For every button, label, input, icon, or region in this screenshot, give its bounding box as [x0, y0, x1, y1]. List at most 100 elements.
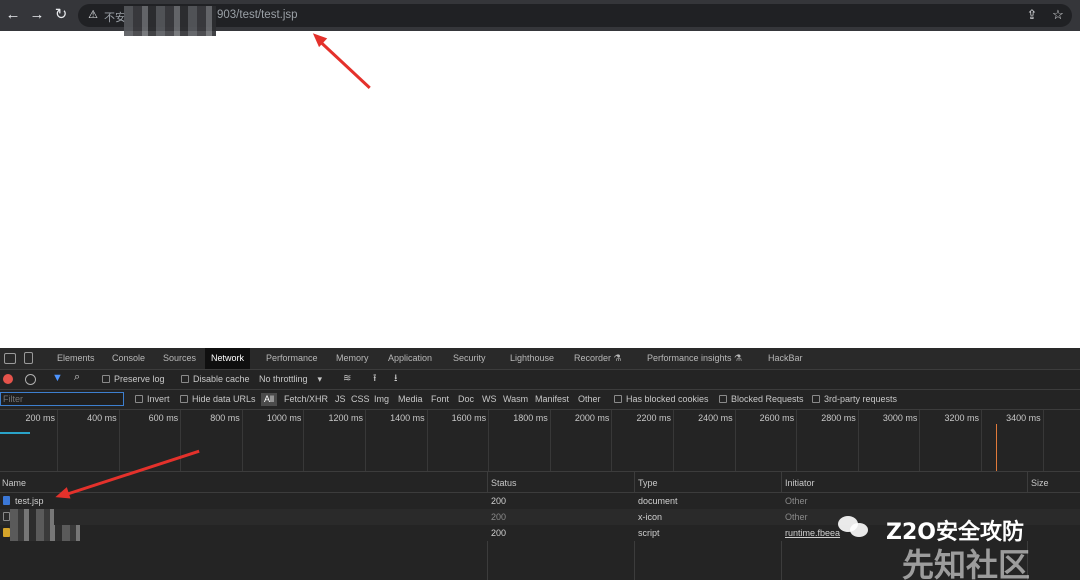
tab-sources[interactable]: Sources: [157, 348, 202, 369]
timeline-gridline: [734, 410, 736, 471]
devtools-tabbar: Elements Console Sources Network Perform…: [0, 348, 1080, 370]
browser-toolbar: ← → ↻ ⚠ 不安 903/test/test.jsp ⇪ ☆: [0, 0, 1080, 36]
timeline-gridline: [57, 410, 58, 471]
throttling-select[interactable]: No throttling ▾: [259, 374, 322, 385]
filter-type-img[interactable]: Img: [374, 394, 389, 405]
filter-type-ws[interactable]: WS: [482, 394, 497, 405]
column-status[interactable]: Status: [491, 478, 517, 488]
filter-type-css[interactable]: CSS: [351, 394, 370, 405]
request-type: document: [638, 496, 678, 506]
column-size[interactable]: Size: [1031, 478, 1049, 488]
address-bar[interactable]: ⚠ 不安 903/test/test.jsp ⇪ ☆: [78, 4, 1072, 36]
timeline-gridline: [549, 410, 551, 471]
timeline-tick-label: 200 ms: [25, 413, 55, 423]
timeline-tick-label: 1200 ms: [328, 413, 363, 423]
url-text[interactable]: 903/test/test.jsp: [217, 9, 298, 21]
timeline-tick-label: 1800 ms: [513, 413, 548, 423]
tab-lighthouse[interactable]: Lighthouse: [504, 348, 560, 369]
timeline-gridline: [426, 410, 428, 471]
timeline-tick-label: 2800 ms: [821, 413, 856, 423]
preserve-log-checkbox[interactable]: Preserve log: [102, 374, 165, 385]
column-type[interactable]: Type: [638, 478, 658, 488]
table-row[interactable]: test.jsp 200 document Other: [0, 493, 1080, 509]
column-name[interactable]: Name: [2, 478, 26, 488]
request-type: script: [638, 528, 660, 538]
filter-input[interactable]: [0, 392, 124, 406]
tab-recorder[interactable]: Recorder ⚗: [568, 348, 628, 369]
watermark-site: 先知社区: [902, 546, 1031, 584]
warning-icon[interactable]: ⚠: [86, 8, 100, 22]
redacted-name: [10, 525, 80, 541]
timeline-gridline: [673, 410, 674, 471]
filter-type-font[interactable]: Font: [431, 394, 449, 405]
timeline-tick-label: 3200 ms: [944, 413, 979, 423]
tab-performance[interactable]: Performance: [260, 348, 324, 369]
disable-cache-checkbox[interactable]: Disable cache: [181, 374, 250, 385]
back-icon[interactable]: ←: [4, 6, 22, 24]
timeline-gridline: [1042, 410, 1044, 471]
device-toolbar-icon[interactable]: [24, 352, 33, 364]
timeline-tick-label: 600 ms: [148, 413, 179, 423]
timeline-tick-label: 1000 ms: [266, 413, 302, 423]
filter-type-manifest[interactable]: Manifest: [535, 394, 569, 405]
timeline-gridline: [488, 410, 490, 471]
wechat-icon: [838, 514, 870, 540]
bookmark-star-icon[interactable]: ☆: [1050, 7, 1066, 23]
timeline-gridline: [180, 410, 182, 471]
request-name[interactable]: test.jsp: [15, 496, 44, 506]
timeline-gridline: [118, 410, 120, 471]
timeline-gridline: [919, 410, 921, 471]
request-status: 200: [491, 512, 507, 522]
timeline-load-marker: [996, 424, 997, 471]
filter-type-media[interactable]: Media: [398, 394, 423, 405]
column-initiator[interactable]: Initiator: [785, 478, 815, 488]
record-icon[interactable]: [3, 374, 13, 384]
filter-type-wasm[interactable]: Wasm: [503, 394, 528, 405]
network-controls: ▼ ⌕ Preserve log Disable cache No thrott…: [0, 370, 1080, 390]
request-status: 200: [491, 528, 507, 538]
filter-type-doc[interactable]: Doc: [458, 394, 474, 405]
inspect-element-icon[interactable]: [4, 353, 16, 364]
redacted-name: [10, 509, 54, 525]
timeline-tick-label: 2000 ms: [574, 413, 610, 423]
filter-icon[interactable]: ▼: [52, 373, 63, 384]
invert-checkbox[interactable]: Invert: [135, 394, 170, 405]
timeline-gridline: [365, 410, 366, 471]
tab-security[interactable]: Security: [447, 348, 492, 369]
import-har-icon[interactable]: ⭱: [373, 373, 377, 384]
share-icon[interactable]: ⇪: [1024, 7, 1040, 23]
clear-icon[interactable]: [25, 374, 36, 385]
document-icon: [3, 496, 10, 505]
request-initiator: Other: [785, 512, 808, 522]
blocked-requests-checkbox[interactable]: Blocked Requests: [719, 394, 804, 405]
export-har-icon[interactable]: ⭳: [394, 373, 398, 384]
tab-hackbar[interactable]: HackBar: [762, 348, 809, 369]
timeline-tick-label: 3400 ms: [1006, 413, 1041, 423]
filter-type-all[interactable]: All: [261, 393, 278, 406]
filter-type-fetch-xhr[interactable]: Fetch/XHR: [284, 394, 328, 405]
timeline-gridline: [241, 410, 243, 471]
network-conditions-icon[interactable]: ≋: [343, 373, 351, 384]
hide-data-urls-checkbox[interactable]: Hide data URLs: [180, 394, 256, 405]
filter-type-other[interactable]: Other: [578, 394, 601, 405]
table-header: Name Status Type Initiator Size: [0, 472, 1080, 493]
security-label[interactable]: 不安: [104, 9, 126, 25]
tab-performance-insights[interactable]: Performance insights ⚗: [641, 348, 748, 369]
tab-network[interactable]: Network: [205, 348, 251, 369]
script-icon: [3, 528, 10, 537]
third-party-checkbox[interactable]: 3rd-party requests: [812, 394, 897, 405]
redacted-host: [124, 6, 216, 36]
reload-icon[interactable]: ↻: [52, 6, 70, 24]
filter-bar: Invert Hide data URLs All Fetch/XHR JS C…: [0, 390, 1080, 410]
file-icon: [3, 512, 10, 521]
tab-console[interactable]: Console: [106, 348, 151, 369]
blocked-cookies-checkbox[interactable]: Has blocked cookies: [614, 394, 709, 405]
timeline-gridline: [981, 410, 982, 471]
tab-application[interactable]: Application: [382, 348, 438, 369]
filter-type-js[interactable]: JS: [335, 394, 346, 405]
timeline-gridline: [303, 410, 305, 471]
forward-icon[interactable]: →: [28, 6, 46, 24]
tab-memory[interactable]: Memory: [330, 348, 375, 369]
search-icon[interactable]: ⌕: [74, 372, 80, 383]
tab-elements[interactable]: Elements: [51, 348, 101, 369]
